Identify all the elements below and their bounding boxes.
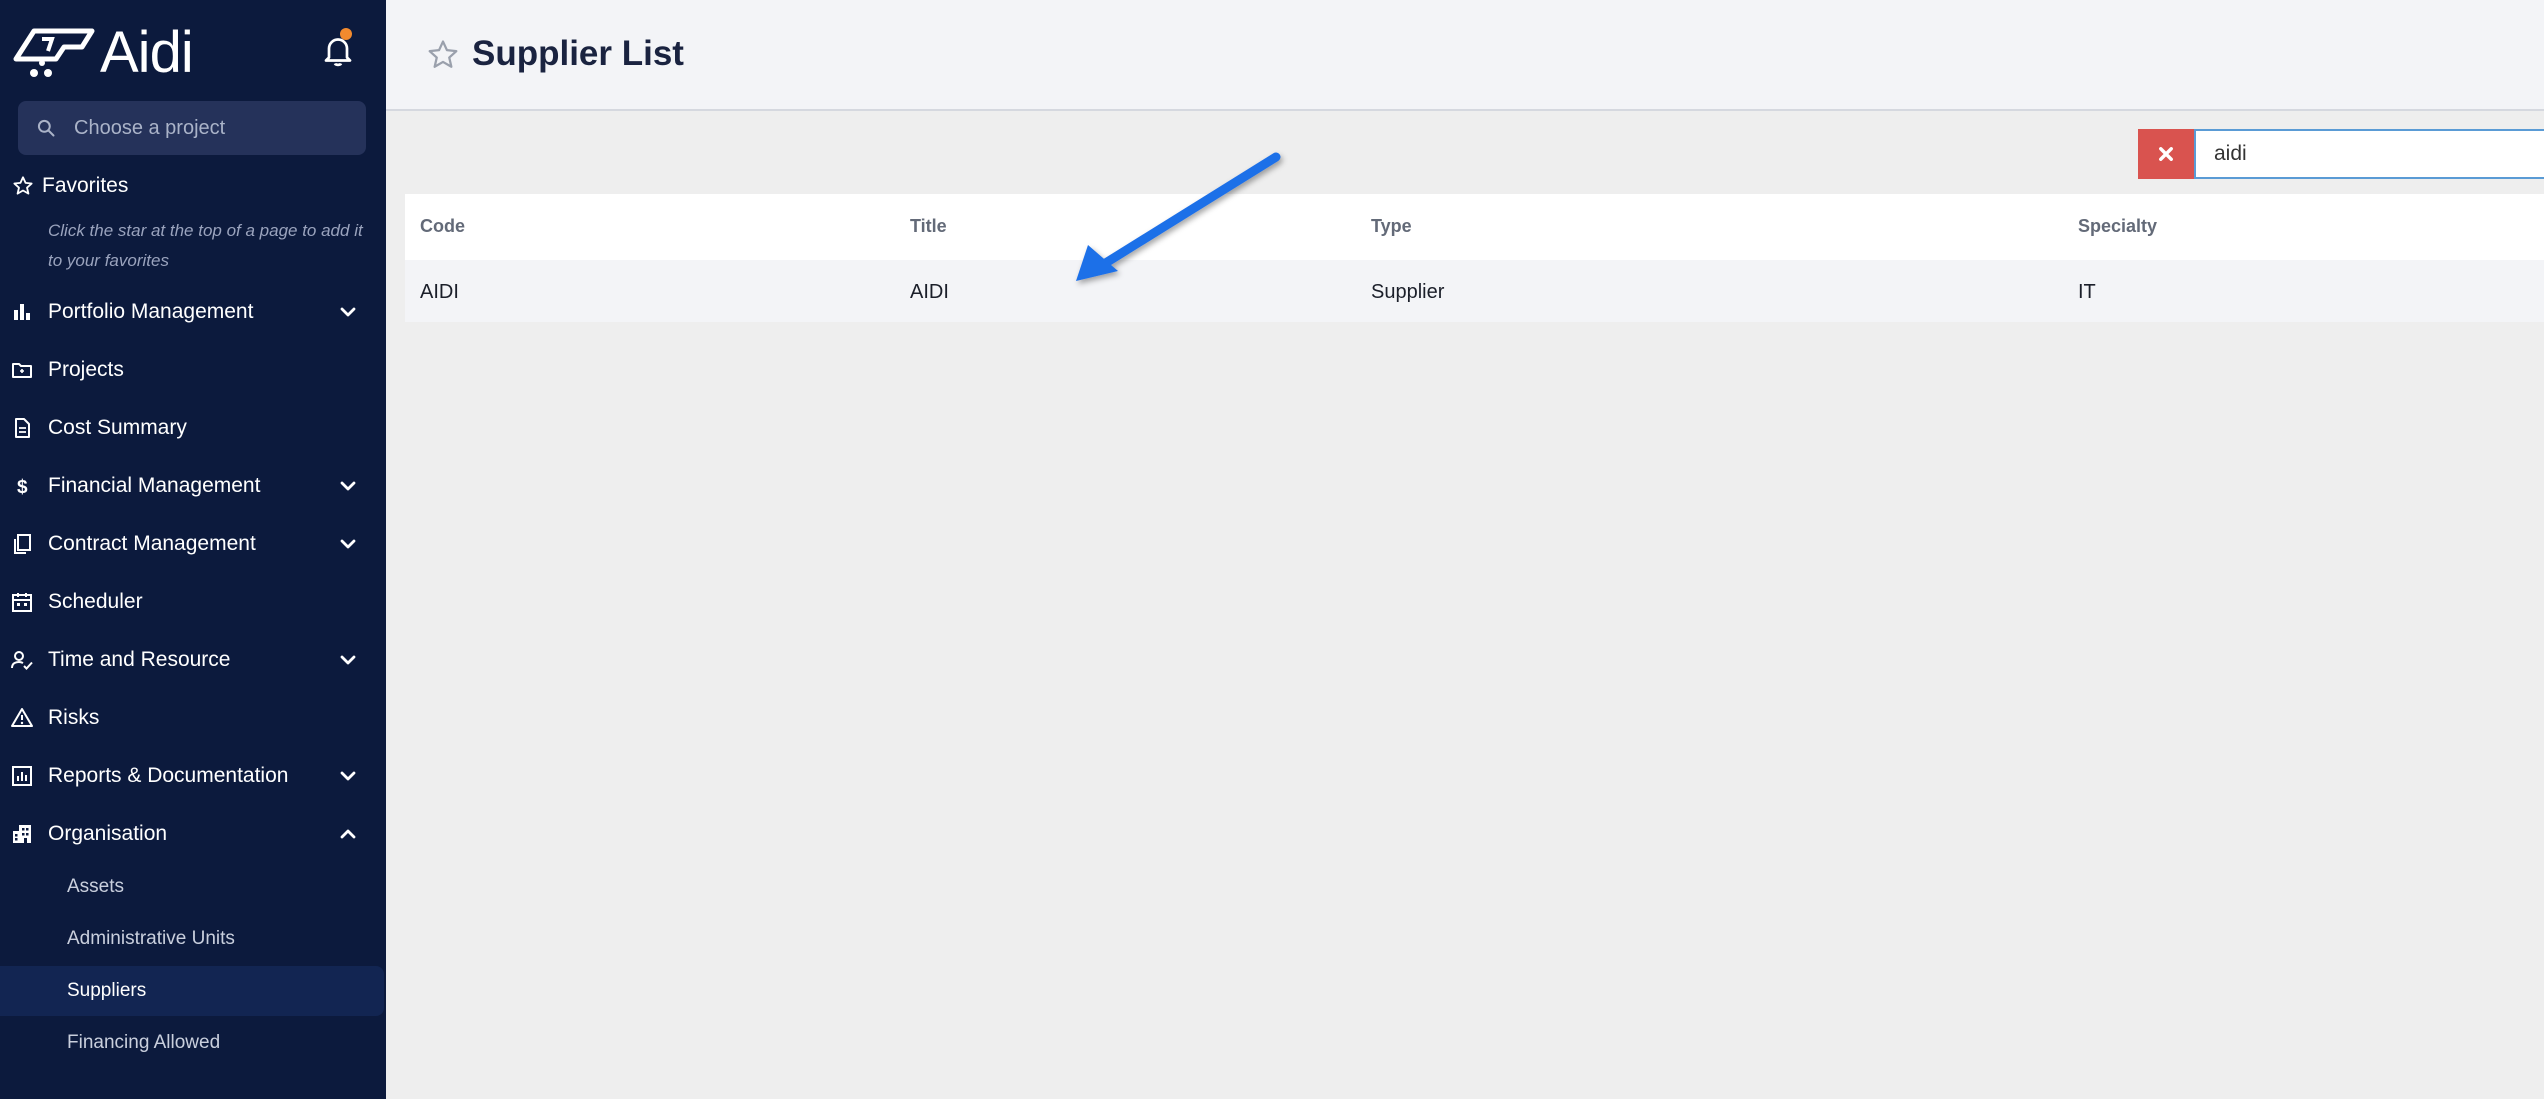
table-header: Code Title Type Specialty <box>405 194 2544 260</box>
bar-chart-icon <box>14 304 30 320</box>
nav-label: Cost Summary <box>48 416 187 439</box>
annotation-arrow-icon <box>1076 152 1281 281</box>
nav-item-scheduler[interactable]: Scheduler <box>0 574 386 630</box>
document-icon <box>15 418 30 438</box>
building-icon <box>13 825 31 843</box>
nav-label: Time and Resource <box>48 648 231 671</box>
project-selector[interactable] <box>18 101 366 155</box>
sub-item-assets[interactable]: Assets <box>0 862 386 912</box>
table-row[interactable]: AIDI AIDI Supplier IT <box>405 260 2544 322</box>
supplier-table: Code Title Type Specialty AIDI AIDI Supp… <box>405 194 2544 322</box>
chevron-down-icon <box>340 655 356 665</box>
sub-item-label: Assets <box>67 876 125 897</box>
nav-label: Scheduler <box>48 590 143 613</box>
nav-label: Projects <box>48 358 124 381</box>
sub-item-label: Financing Allowed <box>67 1032 221 1053</box>
sidebar: Aidi Favorites Click the star at the top… <box>0 0 386 1099</box>
app-name: Aidi <box>100 20 194 85</box>
favorite-star-icon[interactable] <box>426 38 460 72</box>
sub-item-suppliers[interactable]: Suppliers <box>0 966 384 1016</box>
nav-item-risks[interactable]: Risks <box>0 690 386 746</box>
cell-type: Supplier <box>1371 281 1445 303</box>
favorites-hint: Click the star at the top of a page to a… <box>48 221 363 270</box>
cell-specialty: IT <box>2078 281 2096 303</box>
svg-text:$: $ <box>17 477 28 498</box>
sub-item-financing-allowed[interactable]: Financing Allowed <box>0 1018 386 1068</box>
nav-item-organisation[interactable]: Organisation <box>0 806 386 862</box>
star-outline-icon <box>13 176 33 195</box>
nav-item-contract-management[interactable]: Contract Management <box>0 516 386 572</box>
nav-item-reports-documentation[interactable]: Reports & Documentation <box>0 748 386 804</box>
chevron-down-icon <box>340 481 356 491</box>
user-check-icon <box>11 651 33 670</box>
column-header-type[interactable]: Type <box>1371 216 1412 237</box>
nav-item-projects[interactable]: Projects <box>0 342 386 398</box>
cell-title: AIDI <box>910 281 949 303</box>
warning-icon <box>11 708 33 727</box>
nav-item-portfolio-management[interactable]: Portfolio Management <box>0 284 386 340</box>
cell-code: AIDI <box>420 281 459 303</box>
chevron-down-icon <box>340 771 356 781</box>
chevron-up-icon <box>340 829 356 839</box>
favorites-header: Favorites <box>12 174 128 198</box>
close-icon <box>2159 147 2173 161</box>
nav-item-cost-summary[interactable]: Cost Summary <box>0 400 386 456</box>
chevron-down-icon <box>340 307 356 317</box>
report-icon <box>12 766 32 786</box>
copy-icon <box>14 534 31 554</box>
nav-item-financial-management[interactable]: $ Financial Management <box>0 458 386 514</box>
app-logo[interactable]: Aidi <box>12 20 194 85</box>
favorites-title: Favorites <box>42 174 129 197</box>
notification-badge <box>340 28 352 40</box>
calendar-icon <box>12 593 32 612</box>
sub-item-label: Suppliers <box>67 980 147 1001</box>
logo-mark-icon <box>13 28 95 77</box>
page-header: Supplier List <box>386 0 2544 111</box>
sub-item-label: Administrative Units <box>67 928 235 949</box>
column-header-specialty[interactable]: Specialty <box>2078 216 2157 237</box>
supplier-search-input[interactable] <box>2194 129 2544 179</box>
clear-search-button[interactable] <box>2138 129 2194 179</box>
sub-item-administrative-units[interactable]: Administrative Units <box>0 914 386 964</box>
column-header-title[interactable]: Title <box>910 216 947 237</box>
nav-label: Portfolio Management <box>48 300 254 323</box>
page-title: Supplier List <box>472 34 684 73</box>
column-header-code[interactable]: Code <box>420 216 465 237</box>
project-search-input[interactable] <box>74 116 354 140</box>
nav-label: Reports & Documentation <box>48 764 289 787</box>
nav-label: Contract Management <box>48 532 256 555</box>
nav-label: Financial Management <box>48 474 261 497</box>
nav-item-time-and-resource[interactable]: Time and Resource <box>0 632 386 688</box>
search-icon <box>37 119 55 137</box>
dollar-icon: $ <box>17 477 28 498</box>
chevron-down-icon <box>340 539 356 549</box>
nav-label: Organisation <box>48 822 168 845</box>
folder-icon <box>12 363 32 378</box>
nav-label: Risks <box>48 706 100 729</box>
